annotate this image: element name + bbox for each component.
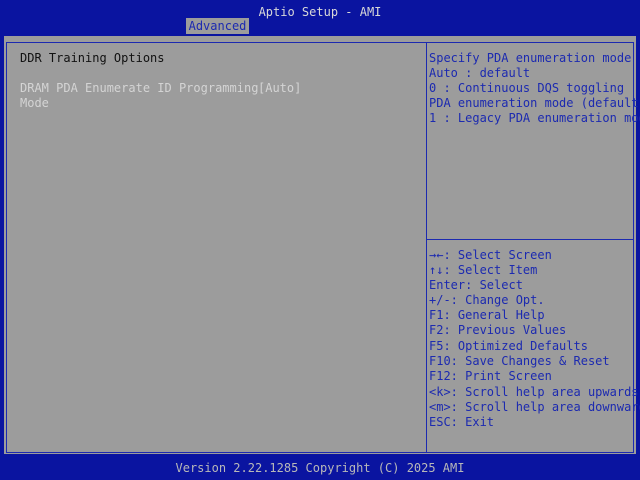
key-hint-scroll-up: <k>: Scroll help area upwards [429, 385, 639, 399]
bios-title: Aptio Setup - AMI [258, 5, 382, 19]
setting-value[interactable]: [Auto] [258, 81, 301, 96]
key-hint-enter: Enter: Select [429, 278, 523, 292]
setting-label-line1[interactable]: DRAM PDA Enumerate ID Programming [20, 81, 258, 96]
key-hint-scroll-down: <m>: Scroll help area downwards [429, 400, 640, 414]
bios-footer: Version 2.22.1285 Copyright (C) 2025 AMI [0, 458, 640, 480]
help-line: PDA enumeration mode (default) [429, 96, 640, 110]
setting-label-line2[interactable]: Mode [20, 96, 49, 111]
key-hint-save-reset: F10: Save Changes & Reset [429, 354, 610, 368]
key-hint-print-screen: F12: Print Screen [429, 369, 552, 383]
help-line: Auto : default [429, 66, 531, 80]
help-line: 0 : Continuous DQS toggling [429, 81, 625, 95]
key-hint-select-screen: →←: Select Screen [429, 248, 552, 262]
key-hint-optimized-defaults: F5: Optimized Defaults [429, 339, 588, 353]
key-hint-previous-values: F2: Previous Values [429, 323, 567, 337]
key-hint-change-opt: +/-: Change Opt. [429, 293, 545, 307]
section-title: DDR Training Options [20, 51, 165, 65]
tab-advanced[interactable]: Advanced [186, 18, 249, 34]
help-divider [427, 239, 634, 240]
version-text: Version 2.22.1285 Copyright (C) 2025 AMI [175, 461, 465, 475]
bios-header: Aptio Setup - AMI Advanced [0, 0, 640, 34]
settings-frame [6, 42, 427, 453]
key-hint-general-help: F1: General Help [429, 308, 545, 322]
help-line: Specify PDA enumeration mode [429, 51, 632, 65]
help-line: 1 : Legacy PDA enumeration mode [429, 111, 640, 125]
key-hint-exit: ESC: Exit [429, 415, 495, 429]
key-hint-select-item: ↑↓: Select Item [429, 263, 538, 277]
